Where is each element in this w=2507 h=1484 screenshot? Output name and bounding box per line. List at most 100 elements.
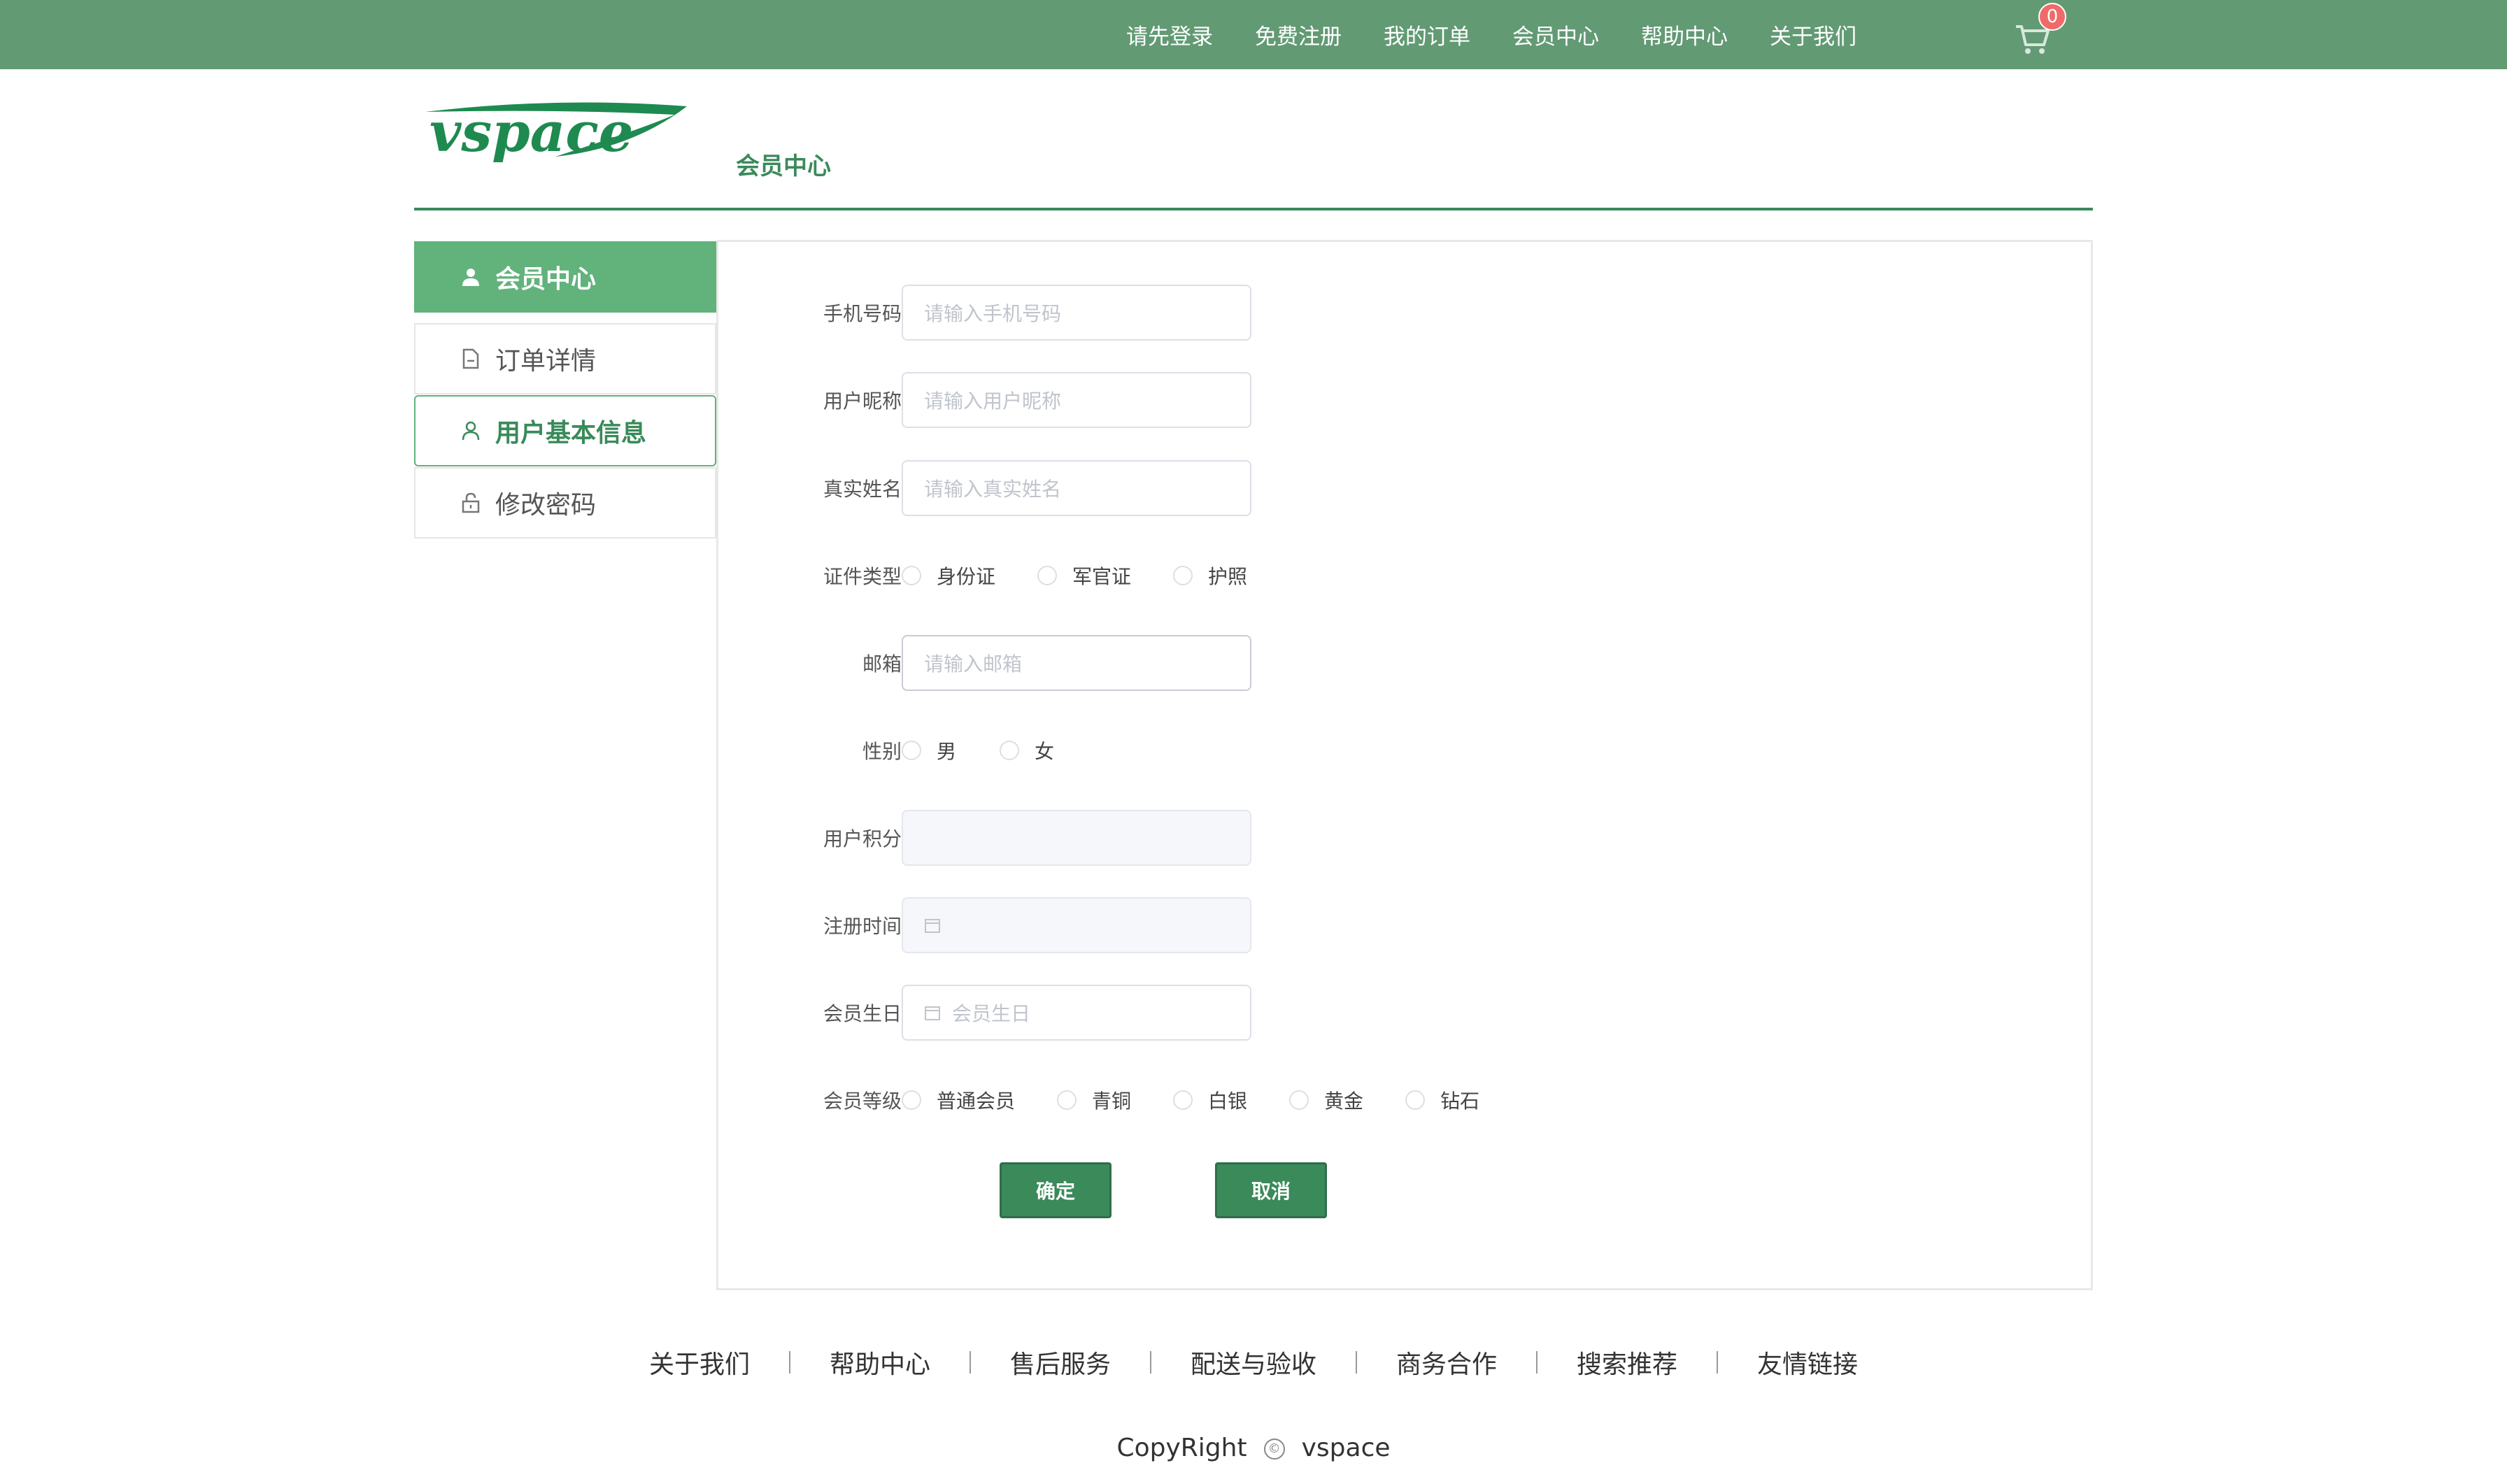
user-filled-icon: [460, 266, 481, 287]
birthday-label: 会员生日: [823, 1002, 902, 1025]
top-nav: 请先登录 免费注册 我的订单 会员中心 帮助中心 关于我们: [1126, 0, 1898, 69]
footer-link-delivery[interactable]: 配送与验收: [1191, 1344, 1316, 1380]
sidebar-item-label: 订单详情: [495, 347, 597, 376]
level-option-gold[interactable]: 黄金: [1289, 1086, 1363, 1114]
radio-button[interactable]: [1000, 741, 1020, 760]
email-label: 邮箱: [862, 652, 902, 676]
radio-button[interactable]: [1057, 1090, 1077, 1110]
radio-button[interactable]: [1173, 1090, 1193, 1110]
login-link[interactable]: 请先登录: [1126, 19, 1213, 50]
footer-link-search[interactable]: 搜索推荐: [1577, 1344, 1677, 1380]
radio-button[interactable]: [902, 566, 921, 585]
gender-label: 性别: [862, 740, 902, 763]
footer-separator: [1149, 1351, 1151, 1374]
radio-button[interactable]: [1405, 1090, 1426, 1110]
id-type-option-idcard[interactable]: 身份证: [902, 562, 995, 590]
level-radio-group: 普通会员 青铜 白银 黄金 钻石: [902, 1086, 1521, 1114]
gender-option-male[interactable]: 男: [902, 736, 956, 764]
my-orders-link[interactable]: 我的订单: [1384, 19, 1470, 50]
user-info-form: 手机号码 请输入手机号码 用户昵称 请输入用户昵称 真实姓名 请输入真实姓名 证…: [716, 240, 2093, 1290]
points-label: 用户积分: [823, 827, 902, 850]
radio-label: 身份证: [937, 565, 996, 588]
user-icon: [460, 420, 481, 441]
footer-link-friends[interactable]: 友情链接: [1757, 1344, 1858, 1380]
email-placeholder: 请输入邮箱: [924, 652, 1023, 676]
footer-link-business[interactable]: 商务合作: [1396, 1344, 1497, 1380]
level-option-diamond[interactable]: 钻石: [1405, 1086, 1479, 1114]
level-label: 会员等级: [823, 1090, 902, 1113]
help-center-link[interactable]: 帮助中心: [1641, 19, 1728, 50]
nickname-label: 用户昵称: [823, 390, 902, 413]
footer-separator: [1717, 1351, 1719, 1374]
radio-button[interactable]: [902, 1090, 921, 1110]
radio-button[interactable]: [1037, 566, 1058, 585]
birthday-input[interactable]: 会员生日: [902, 985, 1251, 1041]
level-option-bronze[interactable]: 青铜: [1057, 1086, 1131, 1114]
sidebar-item-label: 修改密码: [495, 491, 597, 520]
vspace-logo[interactable]: vspace: [422, 99, 688, 171]
sidebar-item-order-details[interactable]: 订单详情: [414, 323, 716, 394]
reg-time-input: [902, 897, 1251, 953]
radio-label: 女: [1035, 740, 1055, 763]
nickname-input[interactable]: 请输入用户昵称: [902, 372, 1251, 428]
nickname-placeholder: 请输入用户昵称: [924, 390, 1062, 413]
confirm-button[interactable]: 确定: [1000, 1162, 1112, 1218]
radio-label: 军官证: [1072, 565, 1132, 588]
gender-radio-group: 男 女: [902, 736, 1096, 764]
radio-label: 护照: [1208, 565, 1248, 588]
radio-label: 普通会员: [937, 1090, 1016, 1113]
birthday-placeholder: 会员生日: [952, 1002, 1031, 1025]
id-type-label: 证件类型: [823, 565, 902, 588]
footer-separator: [1356, 1351, 1357, 1374]
sidebar-item-label: 用户基本信息: [495, 419, 647, 448]
radio-button[interactable]: [902, 741, 921, 760]
id-type-option-passport[interactable]: 护照: [1173, 562, 1247, 590]
id-type-option-military[interactable]: 军官证: [1037, 562, 1131, 590]
copyright: CopyRight © vspace: [0, 1434, 2507, 1462]
phone-label: 手机号码: [823, 302, 902, 325]
copyright-right: vspace: [1301, 1434, 1391, 1462]
radio-label: 白银: [1208, 1090, 1248, 1113]
radio-label: 男: [937, 740, 957, 763]
gender-option-female[interactable]: 女: [1000, 736, 1054, 764]
cancel-button[interactable]: 取消: [1215, 1162, 1327, 1218]
footer-link-help[interactable]: 帮助中心: [830, 1344, 930, 1380]
sidebar-item-user-info[interactable]: 用户基本信息: [414, 395, 716, 466]
sidebar-item-change-password[interactable]: 修改密码: [414, 467, 716, 538]
phone-input[interactable]: 请输入手机号码: [902, 285, 1251, 341]
sidebar-item-label: 会员中心: [495, 265, 597, 294]
lock-icon: [460, 492, 481, 513]
reg-time-label: 注册时间: [823, 915, 902, 938]
id-type-radio-group: 身份证 军官证 护照: [902, 562, 1289, 590]
calendar-icon: [925, 1006, 940, 1020]
footer-link-after-sales[interactable]: 售后服务: [1010, 1344, 1111, 1380]
sidebar-item-member-center[interactable]: 会员中心: [414, 241, 716, 313]
realname-placeholder: 请输入真实姓名: [924, 478, 1062, 501]
copyright-left: CopyRight: [1116, 1434, 1247, 1462]
footer-link-about[interactable]: 关于我们: [649, 1344, 750, 1380]
svg-text:vspace: vspace: [429, 101, 633, 164]
points-input: [902, 810, 1251, 866]
copyright-icon: ©: [1263, 1439, 1285, 1460]
footer-separator: [788, 1351, 790, 1374]
radio-label: 钻石: [1440, 1090, 1480, 1113]
email-input[interactable]: 请输入邮箱: [902, 635, 1251, 691]
member-center-link[interactable]: 会员中心: [1512, 19, 1599, 50]
level-option-normal[interactable]: 普通会员: [902, 1086, 1015, 1114]
calendar-icon: [925, 919, 940, 933]
document-icon: [460, 348, 481, 369]
realname-input[interactable]: 请输入真实姓名: [902, 460, 1251, 516]
footer-separator: [969, 1351, 971, 1374]
footer-links: 关于我们 帮助中心 售后服务 配送与验收 商务合作 搜索推荐 友情链接: [0, 1344, 2507, 1380]
radio-button[interactable]: [1173, 566, 1193, 585]
cart-count-badge: 0: [2038, 3, 2066, 31]
header-divider: [414, 208, 2093, 211]
page-title: 会员中心: [736, 152, 831, 180]
realname-label: 真实姓名: [823, 478, 902, 501]
register-link[interactable]: 免费注册: [1255, 19, 1342, 50]
about-us-link[interactable]: 关于我们: [1770, 19, 1856, 50]
level-option-silver[interactable]: 白银: [1173, 1086, 1247, 1114]
radio-button[interactable]: [1289, 1090, 1309, 1110]
radio-label: 青铜: [1092, 1090, 1132, 1113]
phone-placeholder: 请输入手机号码: [924, 302, 1062, 325]
